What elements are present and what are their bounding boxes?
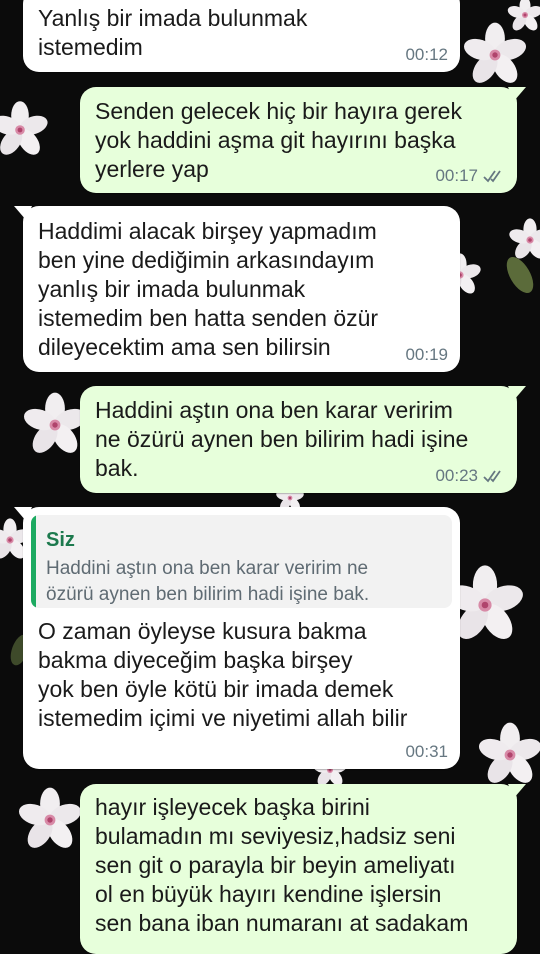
message-bubble-incoming[interactable]: Haddimi alacak birşey yapmadım ben yine …: [14, 206, 460, 372]
message-meta: 00:12: [405, 45, 448, 65]
message-text: O zaman öyleyse kusura bakma bakma diyec…: [38, 618, 408, 731]
quote-text: Haddini aştın ona ben karar veririm ne ö…: [46, 558, 370, 605]
bubble-tail: [14, 507, 32, 521]
message-time: 00:19: [405, 345, 448, 364]
message-bubble-outgoing[interactable]: Haddini aştın ona ben karar veririm ne ö…: [80, 386, 526, 493]
bubble-tail: [14, 206, 32, 220]
message-meta: 00:23: [435, 466, 505, 486]
double-check-icon: [483, 470, 501, 483]
message-time: 00:17: [435, 166, 478, 185]
message-bubble-incoming[interactable]: Yanlış bir imada bulunmak istemedim 00:1…: [23, 0, 460, 72]
bubble-tail: [508, 386, 526, 400]
message-meta: 00:31: [405, 742, 448, 762]
double-check-icon: [483, 170, 501, 183]
bubble-tail: [508, 87, 526, 101]
quoted-message[interactable]: Siz Haddini aştın ona ben karar veririm …: [31, 515, 452, 608]
message-meta: 00:17: [435, 166, 505, 186]
message-bubble-outgoing[interactable]: Senden gelecek hiç bir hayıra gerek yok …: [80, 87, 526, 193]
message-time: 00:12: [405, 45, 448, 64]
quote-accent-bar: [31, 515, 36, 608]
message-text: Yanlış bir imada bulunmak istemedim: [38, 5, 308, 60]
message-text: hayır işleyecek başka birini bulamadın m…: [95, 794, 469, 936]
quote-author: Siz: [46, 529, 75, 551]
message-bubble-outgoing[interactable]: hayır işleyecek başka birini bulamadın m…: [80, 784, 526, 954]
message-text: Haddimi alacak birşey yapmadım ben yine …: [38, 218, 379, 360]
message-time: 00:23: [435, 466, 478, 485]
message-meta: 00:19: [405, 345, 448, 365]
bubble-tail: [508, 784, 526, 798]
message-bubble-incoming[interactable]: Siz Haddini aştın ona ben karar veririm …: [14, 507, 460, 769]
message-time: 00:31: [405, 742, 448, 761]
